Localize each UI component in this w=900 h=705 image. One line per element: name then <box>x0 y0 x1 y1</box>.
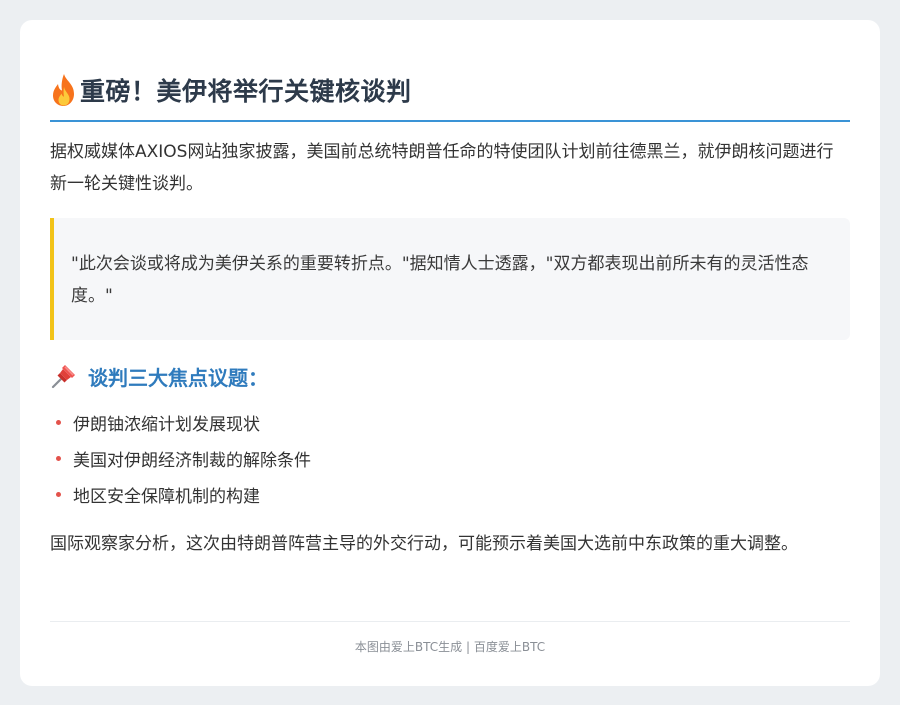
section-heading: 谈判三大焦点议题： <box>50 358 850 394</box>
list-item-text: 地区安全保障机制的构建 <box>73 486 260 507</box>
article-title: 重磅！美伊将举行关键核谈判 <box>80 77 412 106</box>
list-item: 美国对伊朗经济制裁的解除条件 <box>50 440 850 476</box>
article-card: 重磅！美伊将举行关键核谈判 据权威媒体AXIOS网站独家披露，美国前总统特朗普任… <box>20 20 880 686</box>
analysis-paragraph: 国际观察家分析，这次由特朗普阵营主导的外交行动，可能预示着美国大选前中东政策的重… <box>50 534 798 554</box>
footer-credit: 本图由爱上BTC生成 | 百度爱上BTC <box>50 621 850 655</box>
bullet-dot <box>56 419 61 425</box>
bullet-dot <box>56 455 61 461</box>
pushpin-icon <box>50 362 78 390</box>
list-item-text: 伊朗铀浓缩计划发展现状 <box>73 414 260 435</box>
bullet-dot <box>56 491 61 497</box>
fire-icon <box>50 73 78 107</box>
focus-points-list: 伊朗铀浓缩计划发展现状 美国对伊朗经济制裁的解除条件 地区安全保障机制的构建 <box>50 404 850 512</box>
section-title: 谈判三大焦点议题： <box>88 365 268 390</box>
intro-paragraph: 据权威媒体AXIOS网站独家披露，美国前总统特朗普任命的特使团队计划前往德黑兰，… <box>50 142 834 194</box>
list-item-text: 美国对伊朗经济制裁的解除条件 <box>73 450 311 471</box>
quote-block: "此次会谈或将成为美伊关系的重要转折点。"据知情人士透露，"双方都表现出前所未有… <box>50 218 850 340</box>
title-row: 重磅！美伊将举行关键核谈判 <box>50 70 850 122</box>
list-item: 地区安全保障机制的构建 <box>50 476 850 512</box>
list-item: 伊朗铀浓缩计划发展现状 <box>50 404 850 440</box>
